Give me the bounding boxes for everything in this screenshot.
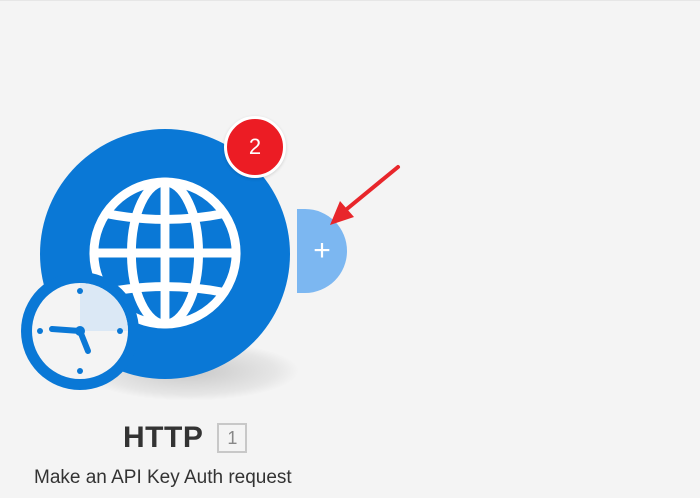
red-arrow-annotation [330, 165, 400, 225]
http-module: 2 + HTTP 1 Make an API Key Auth request [0, 1, 700, 498]
module-title: HTTP [123, 421, 204, 454]
module-subtitle: Make an API Key Auth request [34, 467, 292, 488]
scenario-canvas[interactable]: 2 + HTTP 1 Make an API Key Auth request [0, 0, 700, 497]
module-id-badge: 1 [217, 423, 248, 453]
module-title-row: HTTP 1 [123, 421, 248, 455]
clock-icon[interactable] [18, 269, 142, 393]
operations-count-badge: 2 [224, 116, 286, 178]
plus-icon: + [313, 234, 331, 267]
badge-count: 2 [248, 134, 262, 159]
